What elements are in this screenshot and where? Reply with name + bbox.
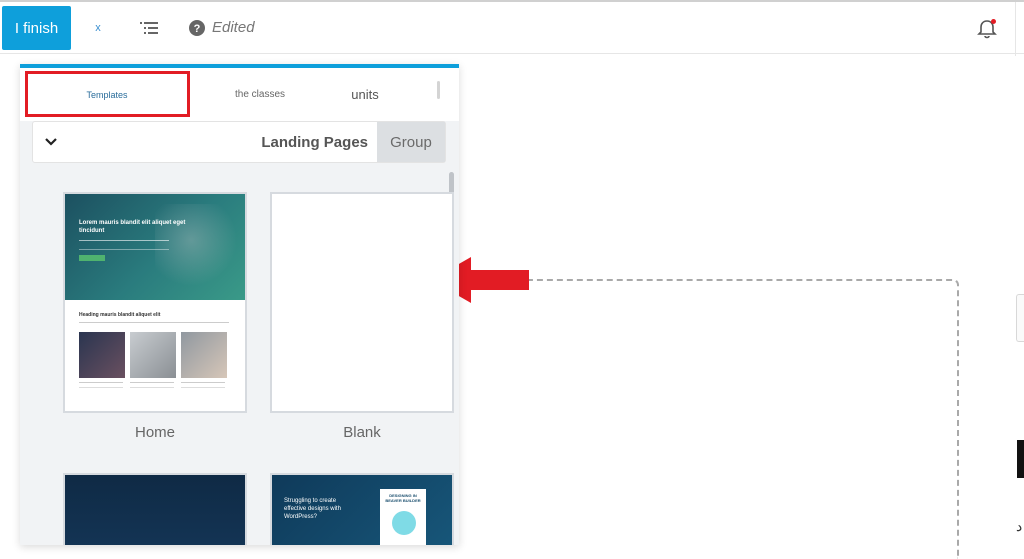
templates-panel: Templates the classes units Landing Page… — [20, 64, 459, 545]
close-icon[interactable]: x — [90, 16, 106, 40]
tab-classes[interactable]: the classes — [210, 68, 310, 121]
thumb-hero-title: Lorem mauris blandit elit aliquet eget t… — [79, 220, 186, 234]
thumb-promo-text: Struggling to create effective designs w… — [284, 498, 341, 520]
bell-icon[interactable] — [976, 17, 998, 41]
finish-button[interactable]: I finish — [2, 6, 71, 50]
tab-templates[interactable]: Templates — [24, 68, 190, 121]
thumb-dark-background — [65, 475, 245, 545]
top-toolbar: I finish x ? Edited — [0, 0, 1024, 56]
thumb-photo-3 — [181, 332, 227, 378]
tab-units-label: units — [351, 87, 379, 102]
thumb-book-title: DESIGNING IN BEAVER BUILDER — [385, 493, 421, 503]
thumb-book-graphic — [392, 511, 416, 535]
content-drop-zone[interactable] — [497, 279, 959, 559]
thumb-caption-2 — [130, 382, 174, 388]
template-name-blank: Blank — [343, 424, 381, 441]
thumb-hero-button — [79, 255, 105, 261]
notification-dot — [991, 19, 996, 24]
thumb-photo-2 — [130, 332, 176, 378]
edited-status: Edited — [212, 19, 255, 36]
page-heading-fragment — [1017, 440, 1024, 478]
thumb-caption-1 — [79, 382, 123, 388]
tabs-scroll-handle[interactable] — [437, 81, 440, 99]
outline-icon[interactable] — [138, 16, 160, 40]
help-icon[interactable]: ? — [188, 16, 206, 40]
category-filter-bar: Landing Pages Group — [32, 121, 446, 163]
template-card-home[interactable]: Lorem mauris blandit elit aliquet eget t… — [63, 192, 247, 413]
svg-text:?: ? — [194, 23, 201, 35]
page-text-fragment: د — [1016, 518, 1023, 534]
thumb-hero: Lorem mauris blandit elit aliquet eget t… — [65, 194, 245, 300]
side-collapse-tab[interactable] — [1016, 294, 1024, 342]
template-card-3[interactable] — [63, 473, 247, 545]
thumb-photo-1 — [79, 332, 125, 378]
tab-classes-label: the classes — [234, 89, 286, 100]
template-card-blank[interactable] — [270, 192, 454, 413]
chevron-down-icon[interactable] — [43, 132, 59, 152]
panel-tabs: Templates the classes units — [20, 68, 459, 121]
category-select[interactable]: Landing Pages — [233, 134, 368, 151]
toolbar-edge — [1015, 2, 1024, 56]
tab-units[interactable]: units — [340, 68, 390, 121]
group-button[interactable]: Group — [377, 122, 445, 162]
thumb-section-text — [79, 322, 229, 325]
template-card-4[interactable]: Struggling to create effective designs w… — [270, 473, 454, 545]
thumb-section-title: Heading mauris blandit aliquet elit — [79, 312, 161, 318]
template-name-home: Home — [134, 424, 175, 441]
thumb-caption-3 — [181, 382, 225, 388]
thumb-hero-text — [79, 240, 169, 250]
